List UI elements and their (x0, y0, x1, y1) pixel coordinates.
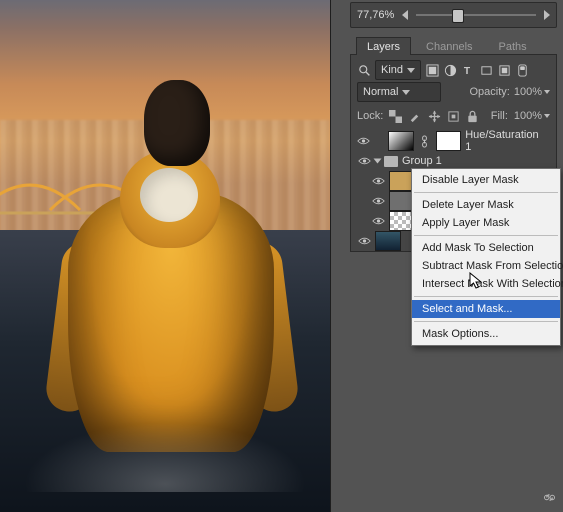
opacity-label: Opacity: (470, 86, 510, 98)
blend-row: Normal Opacity: 100% (357, 81, 550, 103)
fill-value: 100% (514, 110, 542, 122)
opacity-value-field[interactable]: 100% (514, 86, 550, 98)
fill-label: Fill: (491, 110, 508, 122)
visibility-toggle[interactable] (357, 154, 371, 168)
filter-type-icon[interactable]: T (461, 63, 475, 77)
layer-filter-row: Kind T (357, 59, 550, 81)
link-icon (418, 134, 432, 148)
folder-icon (384, 156, 398, 167)
filter-shape-icon[interactable] (479, 63, 493, 77)
navigator-zoom-bar: 77,76% (350, 2, 557, 28)
lock-label: Lock: (357, 110, 383, 122)
panel-tabs: Layers Channels Paths (350, 32, 557, 55)
layer-hue-saturation[interactable]: Hue/Saturation 1 (357, 131, 550, 151)
menu-select-and-mask[interactable]: Select and Mask... (412, 300, 560, 318)
svg-text:T: T (463, 66, 470, 77)
mask-context-menu: Disable Layer Mask Delete Layer Mask App… (411, 168, 561, 346)
visibility-toggle[interactable] (371, 174, 385, 188)
layer-thumb (375, 231, 401, 251)
filter-kind-label: Kind (381, 64, 403, 76)
visibility-toggle[interactable] (371, 214, 385, 228)
layer-name: Hue/Saturation 1 (465, 129, 546, 153)
lock-brush-icon[interactable] (408, 109, 421, 123)
layer-thumb (388, 131, 414, 151)
zoom-slider-thumb[interactable] (452, 9, 464, 23)
filter-pixel-icon[interactable] (425, 63, 439, 77)
zoom-out-icon[interactable] (402, 10, 408, 20)
fill-value-field[interactable]: 100% (514, 110, 550, 122)
tab-layers[interactable]: Layers (356, 37, 411, 55)
link-layers-button[interactable] (543, 490, 556, 504)
menu-subtract-mask-selection[interactable]: Subtract Mask From Selection (412, 257, 560, 275)
menu-delete-mask[interactable]: Delete Layer Mask (412, 196, 560, 214)
filter-toggle-icon[interactable] (515, 63, 529, 77)
zoom-slider[interactable] (416, 14, 536, 16)
lock-position-icon[interactable] (427, 109, 440, 123)
menu-disable-mask[interactable]: Disable Layer Mask (412, 171, 560, 189)
tab-channels[interactable]: Channels (415, 37, 483, 55)
lock-row: Lock: Fill: 100% (357, 105, 550, 127)
search-icon (357, 63, 371, 77)
lock-artboard-icon[interactable] (447, 109, 460, 123)
twirl-icon[interactable] (374, 159, 382, 164)
filter-smart-icon[interactable] (497, 63, 511, 77)
mask-thumb[interactable] (436, 131, 462, 151)
visibility-toggle[interactable] (371, 194, 385, 208)
tab-paths[interactable]: Paths (488, 37, 538, 55)
zoom-in-icon[interactable] (544, 10, 550, 20)
visibility-toggle[interactable] (357, 134, 371, 148)
opacity-value: 100% (514, 86, 542, 98)
water-splash (0, 412, 330, 492)
filter-kind-select[interactable]: Kind (375, 60, 421, 80)
document-canvas[interactable] (0, 0, 330, 512)
blend-mode-value: Normal (363, 86, 398, 98)
layer-name: Group 1 (402, 155, 442, 167)
menu-apply-mask[interactable]: Apply Layer Mask (412, 214, 560, 232)
lock-pixels-icon[interactable] (389, 109, 402, 123)
blend-mode-select[interactable]: Normal (357, 82, 441, 102)
menu-add-mask-selection[interactable]: Add Mask To Selection (412, 239, 560, 257)
lock-all-icon[interactable] (466, 109, 479, 123)
visibility-toggle[interactable] (357, 234, 371, 248)
zoom-percent: 77,76% (357, 9, 394, 21)
menu-mask-options[interactable]: Mask Options... (412, 325, 560, 343)
menu-intersect-mask-selection[interactable]: Intersect Mask With Selection (412, 275, 560, 293)
filter-adjust-icon[interactable] (443, 63, 457, 77)
